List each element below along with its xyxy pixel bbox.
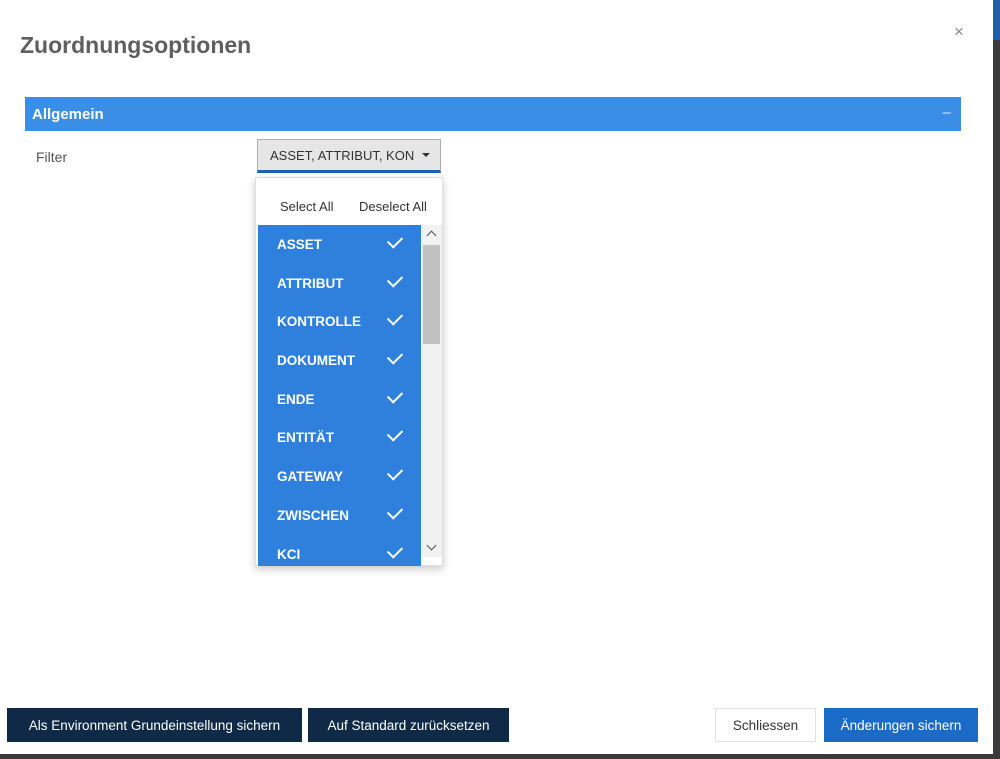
filter-option[interactable]: ZWISCHEN <box>258 495 421 535</box>
save-changes-button[interactable]: Änderungen sichern <box>824 708 978 742</box>
filter-option[interactable]: ENDE <box>258 379 421 419</box>
close-icon[interactable]: × <box>954 23 964 40</box>
option-list-scrollbar[interactable] <box>421 225 442 557</box>
option-label: ZWISCHEN <box>277 507 349 523</box>
scrollbar-thumb[interactable] <box>423 245 440 344</box>
filter-multiselect-button[interactable]: ASSET, ATTRIBUT, KON <box>257 139 441 173</box>
checkmark-icon <box>386 348 404 365</box>
save-environment-default-button[interactable]: Als Environment Grundeinstellung sichern <box>7 708 302 742</box>
filter-option[interactable]: ASSET <box>258 225 421 264</box>
filter-option[interactable]: GATEWAY <box>258 457 421 496</box>
deselect-all-button[interactable]: Deselect All <box>359 199 427 214</box>
filter-option[interactable]: DOKUMENT <box>258 341 421 380</box>
dialog-title: Zuordnungsoptionen <box>20 32 252 58</box>
option-label: GATEWAY <box>277 469 344 485</box>
checkmark-icon <box>386 271 404 288</box>
filter-option[interactable]: ENTITÄT <box>258 418 421 458</box>
select-all-button[interactable]: Select All <box>280 199 333 214</box>
option-label: ENTITÄT <box>277 430 334 446</box>
section-title: Allgemein <box>32 106 104 123</box>
close-button[interactable]: Schliessen <box>715 708 816 742</box>
background-edge <box>993 40 1000 759</box>
filter-option-list: ASSET ATTRIBUT KONTROLLE DOKUMENT ENDE E… <box>258 225 421 566</box>
checkmark-icon <box>386 503 404 520</box>
option-label: KONTROLLE <box>277 314 361 330</box>
reset-to-default-button[interactable]: Auf Standard zurücksetzen <box>308 708 509 742</box>
scroll-up-icon[interactable] <box>421 225 442 243</box>
filter-option[interactable]: KCI <box>258 534 421 566</box>
collapse-icon[interactable]: – <box>943 104 951 121</box>
filter-selected-value: ASSET, ATTRIBUT, KON <box>270 147 415 163</box>
caret-down-icon <box>422 153 430 157</box>
checkmark-icon <box>386 309 404 327</box>
checkmark-icon <box>386 541 404 559</box>
dropdown-actions: Select All Deselect All <box>256 197 442 217</box>
mapping-options-dialog: Zuordnungsoptionen × Allgemein – Filter … <box>0 0 993 754</box>
section-header-general[interactable]: Allgemein – <box>25 97 961 131</box>
option-label: ATTRIBUT <box>277 275 344 291</box>
filter-option[interactable]: ATTRIBUT <box>258 263 421 303</box>
filter-label: Filter <box>36 149 68 165</box>
scroll-down-icon[interactable] <box>421 539 442 557</box>
checkmark-icon <box>386 232 404 249</box>
checkmark-icon <box>386 464 404 481</box>
option-label: KCI <box>277 546 301 562</box>
checkmark-icon <box>386 387 404 404</box>
filter-option[interactable]: KONTROLLE <box>258 302 421 342</box>
option-label: ASSET <box>277 237 323 252</box>
checkmark-icon <box>386 425 404 443</box>
background-edge <box>993 0 1000 40</box>
option-label: ENDE <box>277 391 315 407</box>
background-edge <box>0 754 1000 759</box>
option-label: DOKUMENT <box>277 353 355 369</box>
filter-dropdown-panel: Select All Deselect All ASSET ATTRIBUT K… <box>255 177 443 566</box>
